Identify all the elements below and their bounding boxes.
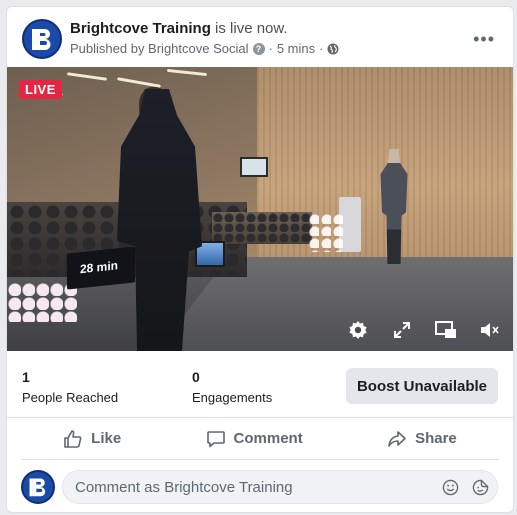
page-name-link[interactable]: Brightcove Training	[70, 20, 211, 37]
post-header: Brightcove Training is live now. Publish…	[7, 7, 513, 67]
commenter-avatar[interactable]	[21, 470, 55, 504]
mute-icon[interactable]	[479, 319, 501, 341]
brightcove-logo-icon	[32, 29, 51, 50]
engagements-label: Engagements	[192, 390, 273, 405]
live-badge: LIVE	[19, 80, 62, 99]
timer-sign: 28 min	[67, 246, 135, 290]
comment-tools	[441, 478, 489, 496]
separator: ·	[268, 41, 273, 56]
brightcove-logo-icon	[29, 478, 46, 497]
timestamp[interactable]: 5 mins	[277, 41, 315, 56]
sticker-icon[interactable]	[471, 478, 489, 496]
like-button[interactable]: Like	[49, 423, 135, 455]
comment-button[interactable]: Comment	[192, 423, 317, 455]
comment-icon	[206, 430, 225, 447]
people-reached-count: 1	[22, 369, 30, 385]
projection-screen	[240, 157, 268, 177]
live-video-player[interactable]: 28 min LIVE	[7, 67, 513, 351]
share-label: Share	[415, 430, 457, 447]
like-label: Like	[91, 430, 122, 447]
published-by-text: Published by Brightcove Social	[70, 41, 249, 56]
post-card: Brightcove Training is live now. Publish…	[6, 6, 514, 513]
video-controls	[347, 319, 501, 341]
people-reached-label: People Reached	[22, 390, 119, 405]
audience	[212, 212, 312, 244]
live-status-text: is live now.	[210, 20, 288, 37]
comment-input[interactable]	[62, 470, 498, 504]
post-actions: Like Comment Share	[21, 418, 499, 460]
page-avatar[interactable]	[22, 19, 62, 59]
more-options-button[interactable]: •••	[473, 29, 495, 50]
comment-composer	[21, 468, 501, 508]
engagements-stat: 0 Engagements	[192, 369, 272, 405]
people-reached-stat: 1 People Reached	[22, 369, 118, 405]
fullscreen-icon[interactable]	[391, 319, 413, 341]
share-button[interactable]: Share	[373, 423, 471, 455]
separator: ·	[319, 41, 324, 56]
like-icon	[64, 429, 82, 448]
flower-arrangement	[307, 212, 343, 252]
settings-icon[interactable]	[347, 319, 369, 341]
share-icon	[388, 430, 406, 447]
post-title: Brightcove Training is live now.	[70, 20, 288, 37]
boost-button[interactable]: Boost Unavailable	[346, 368, 498, 404]
engagements-count: 0	[192, 369, 200, 385]
globe-icon[interactable]	[327, 43, 339, 55]
comment-label: Comment	[233, 430, 303, 447]
emoji-icon[interactable]	[441, 478, 459, 496]
post-subtitle: Published by Brightcove Social ? · 5 min…	[70, 41, 339, 56]
post-insights: 1 People Reached 0 Engagements Boost Una…	[7, 352, 513, 418]
help-icon[interactable]: ?	[252, 42, 265, 55]
pip-icon[interactable]	[435, 319, 457, 341]
